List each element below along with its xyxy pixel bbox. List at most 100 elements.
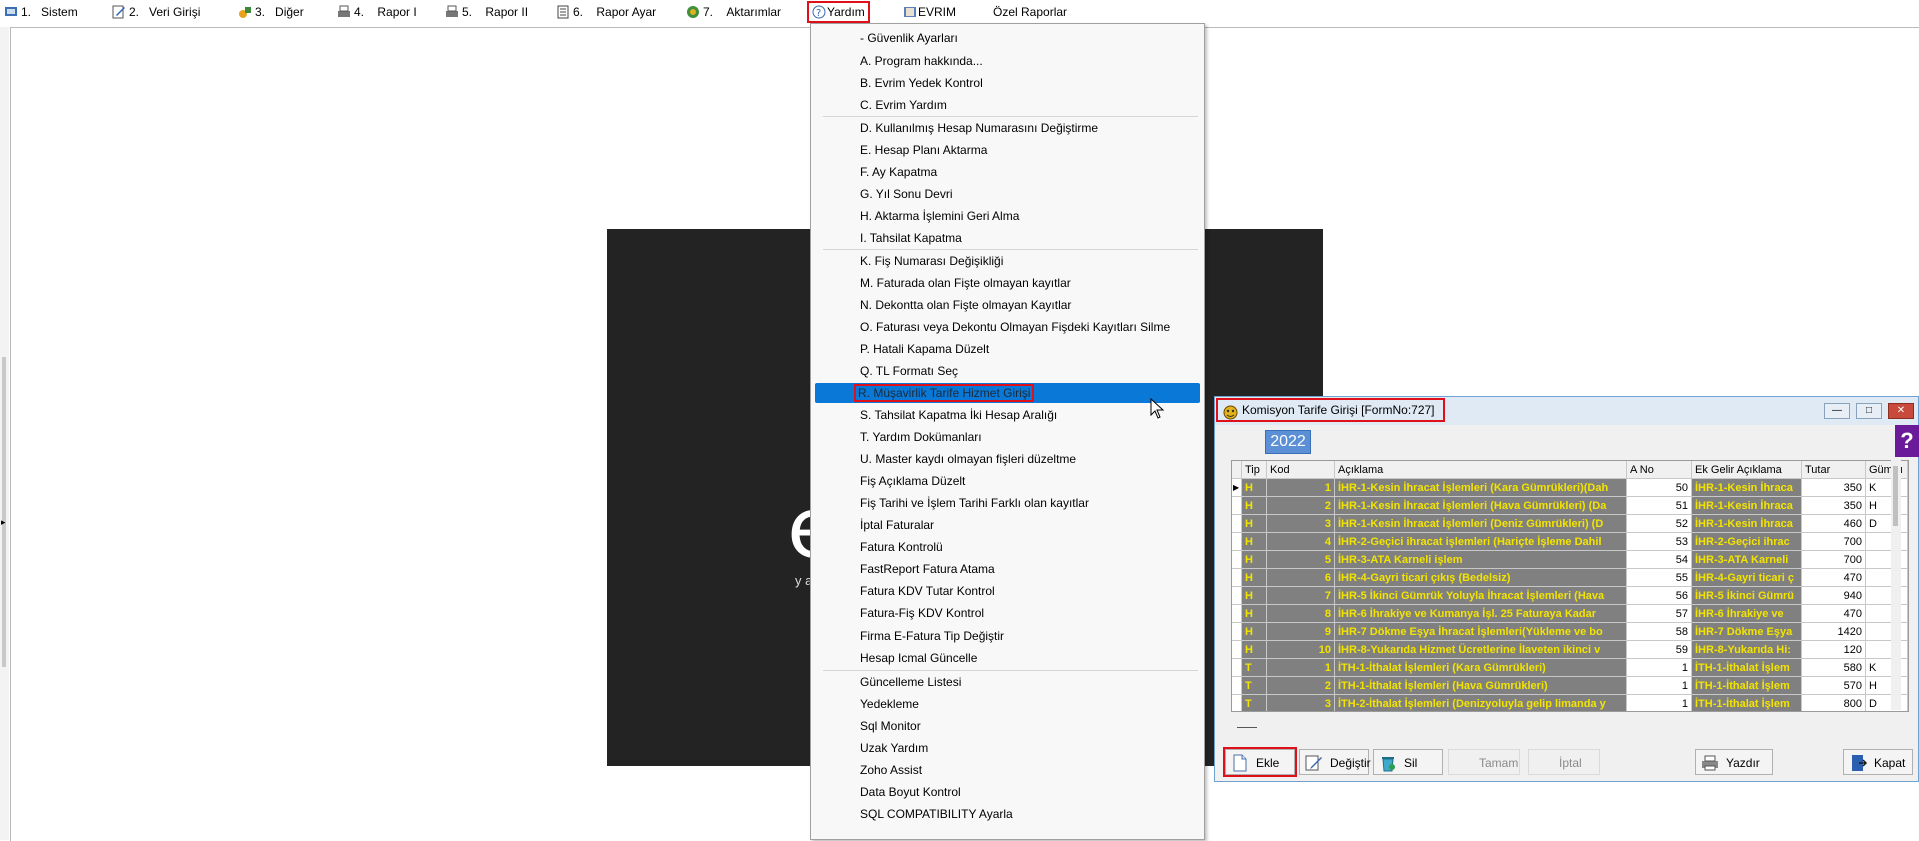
grid-cell-kod[interactable]: 3 bbox=[1267, 695, 1335, 711]
table-row[interactable]: H 5 İHR-3-ATA Karneli işlem 54 İHR-3-ATA Kar… bbox=[1232, 551, 1908, 569]
grid-cell-gum[interactable] bbox=[1866, 551, 1908, 569]
grid-cell-ek[interactable]: İHR-1-Kesin İhraca bbox=[1692, 497, 1802, 515]
grid-cell-tip[interactable]: H bbox=[1242, 641, 1267, 659]
dropdown-item[interactable]: Sql Monitor bbox=[815, 716, 1200, 736]
menu-diger[interactable]: 3. Diğer bbox=[238, 3, 304, 21]
grid-cell-aciklama[interactable]: İHR-1-Kesin İhracat İşlemleri (Deniz Güm… bbox=[1335, 515, 1627, 533]
table-row[interactable]: H 9 İHR-7 Dökme Eşya İhracat İşlemleri(Yük… bbox=[1232, 623, 1908, 641]
grid-cell-ano[interactable]: 57 bbox=[1627, 605, 1692, 623]
table-row[interactable]: H 10 İHR-8-Yukarıda Hizmet Ücretlerine İla… bbox=[1232, 641, 1908, 659]
grid-cell-gum[interactable]: D bbox=[1866, 515, 1908, 533]
grid-column-header[interactable]: Kod bbox=[1267, 461, 1335, 479]
menu-ozel-raporlar[interactable]: Özel Raporlar bbox=[993, 3, 1067, 21]
row-indicator[interactable]: ▶ bbox=[1232, 479, 1242, 497]
table-row[interactable]: H 8 İHR-6 İhrakiye ve Kumanya İşl. 25 Fatu… bbox=[1232, 605, 1908, 623]
dropdown-item[interactable]: Yedekleme bbox=[815, 694, 1200, 714]
dropdown-item[interactable]: N. Dekontta olan Fişte olmayan Kayıtlar bbox=[815, 295, 1200, 315]
dropdown-item[interactable]: Fatura Kontrolü bbox=[815, 537, 1200, 557]
row-indicator[interactable] bbox=[1232, 497, 1242, 515]
row-indicator[interactable] bbox=[1232, 695, 1242, 711]
grid-cell-gum[interactable] bbox=[1866, 587, 1908, 605]
close-button[interactable]: ✕ bbox=[1888, 403, 1914, 419]
grid-cell-aciklama[interactable]: İHR-6 İhrakiye ve Kumanya İşl. 25 Fatura… bbox=[1335, 605, 1627, 623]
grid-cell-ano[interactable]: 53 bbox=[1627, 533, 1692, 551]
grid-cell-gum[interactable]: K bbox=[1866, 479, 1908, 497]
grid-cell-kod[interactable]: 9 bbox=[1267, 623, 1335, 641]
dropdown-item[interactable]: Fatura-Fiş KDV Kontrol bbox=[815, 603, 1200, 623]
dropdown-item[interactable]: Fatura KDV Tutar Kontrol bbox=[815, 581, 1200, 601]
grid-cell-tutar[interactable]: 580 bbox=[1802, 659, 1866, 677]
dropdown-item[interactable]: D. Kullanılmış Hesap Numarasını Değiştir… bbox=[815, 118, 1200, 138]
row-indicator[interactable] bbox=[1232, 569, 1242, 587]
dropdown-item[interactable]: C. Evrim Yardım bbox=[815, 95, 1200, 115]
ekle-button[interactable]: Ekle bbox=[1223, 747, 1297, 777]
grid-cell-tutar[interactable]: 350 bbox=[1802, 497, 1866, 515]
grid-column-header[interactable]: Gümrü bbox=[1866, 461, 1908, 479]
dropdown-item[interactable]: O. Faturası veya Dekontu Olmayan Fişdeki… bbox=[815, 317, 1200, 337]
window-titlebar[interactable]: Komisyon Tarife Girişi [FormNo:727] — □ … bbox=[1215, 397, 1918, 425]
grid-cell-ek[interactable]: İTH-1-İthalat İşlem bbox=[1692, 677, 1802, 695]
iptal-button[interactable]: İptal bbox=[1528, 749, 1600, 775]
grid-cell-ano[interactable]: 50 bbox=[1627, 479, 1692, 497]
grid-cell-ek[interactable]: İHR-3-ATA Karneli bbox=[1692, 551, 1802, 569]
grid-cell-tip[interactable]: T bbox=[1242, 659, 1267, 677]
tamam-button[interactable]: Tamam bbox=[1448, 749, 1520, 775]
grid-cell-ano[interactable]: 56 bbox=[1627, 587, 1692, 605]
grid-cell-tutar[interactable]: 120 bbox=[1802, 641, 1866, 659]
grid-cell-ek[interactable]: İHR-5 İkinci Gümrü bbox=[1692, 587, 1802, 605]
menu-aktarimlar[interactable]: 7. Aktarımlar bbox=[686, 3, 781, 21]
grid-cell-kod[interactable]: 8 bbox=[1267, 605, 1335, 623]
grid-cell-aciklama[interactable]: İHR-7 Dökme Eşya İhracat İşlemleri(Yükle… bbox=[1335, 623, 1627, 641]
sil-button[interactable]: Sil bbox=[1373, 749, 1443, 775]
grid-cell-ano[interactable]: 1 bbox=[1627, 677, 1692, 695]
minimize-button[interactable]: — bbox=[1824, 403, 1850, 419]
table-row[interactable]: T 1 İTH-1-İthalat İşlemleri (Kara Gümrükle… bbox=[1232, 659, 1908, 677]
grid-cell-tutar[interactable]: 940 bbox=[1802, 587, 1866, 605]
grid-cell-kod[interactable]: 6 bbox=[1267, 569, 1335, 587]
grid-column-header[interactable]: Tip bbox=[1242, 461, 1267, 479]
grid-cell-tutar[interactable]: 700 bbox=[1802, 533, 1866, 551]
grid-cell-aciklama[interactable]: İTH-1-İthalat İşlemleri (Hava Gümrükleri… bbox=[1335, 677, 1627, 695]
yazdir-button[interactable]: Yazdır bbox=[1695, 749, 1773, 775]
grid-cell-ano[interactable]: 52 bbox=[1627, 515, 1692, 533]
menu-yardim[interactable]: ? Yardım bbox=[807, 1, 870, 23]
grid-cell-ek[interactable]: İHR-8-Yukarıda Hi: bbox=[1692, 641, 1802, 659]
menu-rapor-2[interactable]: 5. Rapor II bbox=[445, 3, 528, 21]
table-row[interactable]: H 2 İHR-1-Kesin İhracat İşlemleri (Hava Gü… bbox=[1232, 497, 1908, 515]
dropdown-item[interactable]: T. Yardım Dokümanları bbox=[815, 427, 1200, 447]
grid-cell-tip[interactable]: H bbox=[1242, 515, 1267, 533]
grid-cell-tip[interactable]: H bbox=[1242, 551, 1267, 569]
menu-sistem[interactable]: 1. Sistem bbox=[4, 3, 78, 21]
grid-cell-tutar[interactable]: 470 bbox=[1802, 605, 1866, 623]
table-row[interactable]: H 7 İHR-5 İkinci Gümrük Yoluyla İhracat İş… bbox=[1232, 587, 1908, 605]
grid-cell-gum[interactable] bbox=[1866, 623, 1908, 641]
dropdown-item[interactable]: Fiş Tarihi ve İşlem Tarihi Farklı olan k… bbox=[815, 493, 1200, 513]
grid-cell-tip[interactable]: H bbox=[1242, 533, 1267, 551]
grid-cell-kod[interactable]: 3 bbox=[1267, 515, 1335, 533]
grid-cell-gum[interactable] bbox=[1866, 605, 1908, 623]
dropdown-item[interactable]: Hesap Icmal Güncelle bbox=[815, 648, 1200, 668]
dropdown-item[interactable]: İptal Faturalar bbox=[815, 515, 1200, 535]
menu-rapor-1[interactable]: 4. Rapor I bbox=[337, 3, 417, 21]
dropdown-item[interactable]: Uzak Yardım bbox=[815, 738, 1200, 758]
grid-cell-ek[interactable]: İTH-1-İthalat İşlem bbox=[1692, 659, 1802, 677]
grid-cell-tip[interactable]: H bbox=[1242, 569, 1267, 587]
grid-cell-aciklama[interactable]: İHR-2-Geçici ihracat işlemleri (Hariçte … bbox=[1335, 533, 1627, 551]
dropdown-item[interactable]: I. Tahsilat Kapatma bbox=[815, 228, 1200, 248]
dropdown-item[interactable]: R. Müşavirlik Tarife Hizmet Girişi bbox=[815, 383, 1200, 403]
grid-cell-aciklama[interactable]: İHR-1-Kesin İhracat İşlemleri (Kara Gümr… bbox=[1335, 479, 1627, 497]
grid-column-header[interactable]: Ek Gelir Açıklama bbox=[1692, 461, 1802, 479]
help-button[interactable]: ? bbox=[1895, 425, 1919, 457]
grid-cell-tutar[interactable]: 350 bbox=[1802, 479, 1866, 497]
grid-cell-tip[interactable]: H bbox=[1242, 623, 1267, 641]
dropdown-item[interactable]: A. Program hakkında... bbox=[815, 51, 1200, 71]
grid-cell-kod[interactable]: 7 bbox=[1267, 587, 1335, 605]
grid-cell-kod[interactable]: 2 bbox=[1267, 677, 1335, 695]
grid-column-header[interactable]: A No bbox=[1627, 461, 1692, 479]
grid-cell-aciklama[interactable]: İHR-8-Yukarıda Hizmet Ücretlerine İlavet… bbox=[1335, 641, 1627, 659]
dropdown-item[interactable]: G. Yıl Sonu Devri bbox=[815, 184, 1200, 204]
grid-vertical-scrollbar[interactable] bbox=[1891, 460, 1901, 710]
dropdown-item[interactable]: F. Ay Kapatma bbox=[815, 162, 1200, 182]
grid-cell-ano[interactable]: 59 bbox=[1627, 641, 1692, 659]
table-row[interactable]: H 3 İHR-1-Kesin İhracat İşlemleri (Deniz G… bbox=[1232, 515, 1908, 533]
